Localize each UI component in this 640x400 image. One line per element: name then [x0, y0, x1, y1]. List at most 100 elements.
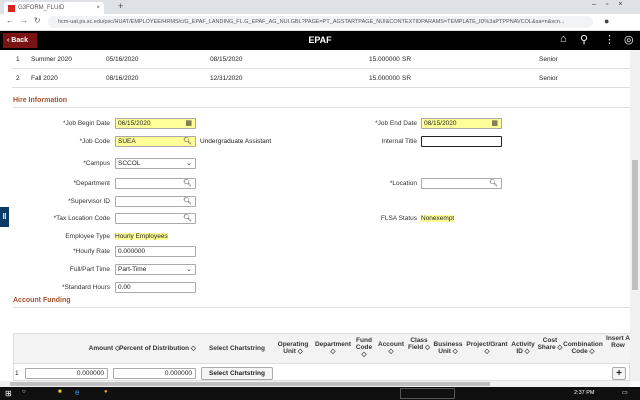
add-row-button[interactable]: + [612, 367, 626, 380]
account-funding-heading: Account Funding [13, 297, 71, 304]
clock[interactable]: 2:37 PM [574, 390, 594, 396]
employee-type-label: Employee Type [65, 233, 110, 240]
new-tab-icon[interactable]: + [118, 1, 123, 11]
department-label: *Department [73, 180, 111, 187]
column-header-operating-unit[interactable]: Operating Unit ◇ [274, 341, 312, 355]
home-icon[interactable]: ⌂ [560, 33, 567, 45]
browser-tab[interactable]: G3FORM_FLUID × [4, 2, 104, 14]
taskbar-apps[interactable] [400, 388, 455, 399]
lookup-icon[interactable]: 🔍︎ [183, 137, 192, 146]
column-header-activity-id[interactable]: Activity ID ◇ [510, 341, 536, 355]
column-header-percent[interactable]: Percent of Distribution ◇ [115, 345, 200, 352]
table-cell: SR [402, 56, 412, 63]
internal-title-label: Internal Title [381, 138, 417, 145]
divider [13, 307, 630, 308]
table-cell: 08/16/2020 [106, 75, 139, 82]
job-end-date-label: *Job End Date [375, 120, 417, 127]
flsa-status-value: Nonexempt [421, 215, 455, 222]
chevron-down-icon: ⌄ [186, 266, 192, 273]
flsa-status-label: FLSA Status [380, 215, 417, 222]
side-panel-handle[interactable]: ‖ [0, 207, 9, 227]
full-part-time-select[interactable]: Part-Time ⌄ [115, 264, 196, 275]
search-icon[interactable]: ⚲ [580, 33, 588, 46]
chevron-down-icon: ⌄ [186, 160, 192, 167]
lookup-icon[interactable]: 🔍︎ [183, 214, 192, 223]
standard-hours-input[interactable]: 0.00 [115, 282, 196, 293]
percent-input[interactable]: 0.000000 [113, 368, 196, 379]
supervisor-id-label: *Supervisor ID [68, 198, 110, 205]
row-number: 1 [15, 370, 19, 377]
lookup-icon[interactable]: 🔍︎ [489, 179, 498, 188]
table-cell: Summer 2020 [31, 56, 72, 63]
job-code-description: Undergraduate Assistant [200, 138, 272, 145]
vertical-scrollbar-thumb[interactable] [632, 160, 638, 290]
table-cell: 15.000000 [369, 75, 400, 82]
file-explorer-icon[interactable]: ■ [58, 389, 62, 395]
search-icon[interactable]: ○ [22, 389, 26, 395]
location-label: *Location [389, 180, 417, 187]
table-cell: SR [402, 75, 412, 82]
nav-buttons-icon[interactable]: ←→↻ [6, 16, 47, 25]
table-cell: Senior [539, 56, 558, 63]
back-button[interactable]: ‹ Back [3, 33, 37, 48]
campus-select[interactable]: SCCOL ⌄ [115, 158, 196, 169]
department-input[interactable]: 🔍︎ [115, 178, 196, 189]
notifications-icon[interactable]: ▭ [622, 389, 628, 396]
location-input[interactable]: 🔍︎ [421, 178, 502, 189]
window-controls[interactable]: –▫× [592, 1, 632, 8]
navbar-icon[interactable]: ◎ [624, 33, 634, 46]
column-header-cost-share[interactable]: Cost Share ◇ [537, 337, 563, 351]
start-icon[interactable]: ⊞ [5, 389, 12, 398]
calendar-icon[interactable]: ▦ [185, 119, 192, 128]
table-cell: 08/15/2020 [210, 56, 243, 63]
url-input[interactable]: hcm-uat.ps.sc.edu/psc/HUAT/EMPLOYEE/HRMS… [48, 16, 593, 28]
table-cell: 12/31/2020 [210, 75, 243, 82]
column-header-account[interactable]: Account ◇ [376, 341, 406, 355]
page-title: EPAF [308, 35, 332, 45]
edge-icon[interactable]: e [75, 388, 79, 397]
internal-title-input[interactable] [421, 136, 502, 147]
divider [13, 107, 630, 108]
job-code-label: *Job Code [79, 138, 110, 145]
hourly-rate-input[interactable]: 0.000000 [115, 246, 196, 257]
table-cell: 1 [16, 56, 20, 63]
column-header-combination-code[interactable]: Combination Code ◇ [563, 341, 603, 355]
campus-label: *Campus [83, 160, 110, 167]
table-cell: 2 [16, 75, 20, 82]
windows-taskbar: ⊞ ○ ■ e ● 2:37 PM ▭ [0, 387, 640, 400]
horizontal-scrollbar-thumb[interactable] [10, 382, 490, 386]
table-cell: 15.000000 [369, 56, 400, 63]
column-header-amount[interactable]: Amount ◇ [60, 345, 120, 352]
amount-input[interactable]: 0.000000 [25, 368, 108, 379]
table-row: 2 Fall 2020 08/16/2020 12/31/2020 15.000000 S… [12, 69, 630, 88]
job-begin-date-input[interactable]: 06/15/2020 ▦ [115, 118, 196, 129]
table-cell: Senior [539, 75, 558, 82]
hire-information-heading: Hire Information [13, 97, 68, 104]
column-header-project-grant[interactable]: Project/Grant ◇ [464, 341, 510, 355]
column-header-class-field[interactable]: Class Field ◇ [406, 337, 432, 351]
select-chartstring-button[interactable]: Select Chartstring [201, 367, 273, 380]
standard-hours-label: *Standard Hours [61, 284, 110, 291]
close-tab-icon[interactable]: × [96, 5, 100, 11]
account-icon[interactable]: ● [604, 16, 609, 26]
more-options-icon[interactable]: ⋮ [604, 33, 615, 46]
favicon-icon [8, 4, 15, 12]
job-code-input[interactable]: SUEA 🔍︎ [115, 136, 196, 147]
job-end-date-input[interactable]: 08/15/2020 ▦ [421, 118, 502, 129]
chrome-icon[interactable]: ● [104, 389, 108, 395]
column-header-fund-code[interactable]: Fund Code ◇ [353, 337, 375, 358]
table-row: 1 Summer 2020 05/16/2020 08/15/2020 15.00000… [12, 50, 630, 69]
column-header-select-chartstring: Select Chartstring [209, 345, 265, 352]
supervisor-id-input[interactable]: 🔍︎ [115, 196, 196, 207]
lookup-icon[interactable]: 🔍︎ [183, 197, 192, 206]
full-part-time-label: Full/Part Time [69, 266, 110, 273]
tab-title: G3FORM_FLUID [18, 5, 65, 11]
employee-type-value: Hourly Employees [115, 233, 168, 240]
column-header-business-unit[interactable]: Business Unit ◇ [432, 341, 464, 355]
tax-location-input[interactable]: 🔍︎ [115, 213, 196, 224]
calendar-icon[interactable]: ▦ [491, 119, 498, 128]
column-header-department[interactable]: Department ◇ [312, 341, 354, 355]
lookup-icon[interactable]: 🔍︎ [183, 179, 192, 188]
job-begin-date-label: *Job Begin Date [63, 120, 110, 127]
table-cell: Fall 2020 [31, 75, 58, 82]
